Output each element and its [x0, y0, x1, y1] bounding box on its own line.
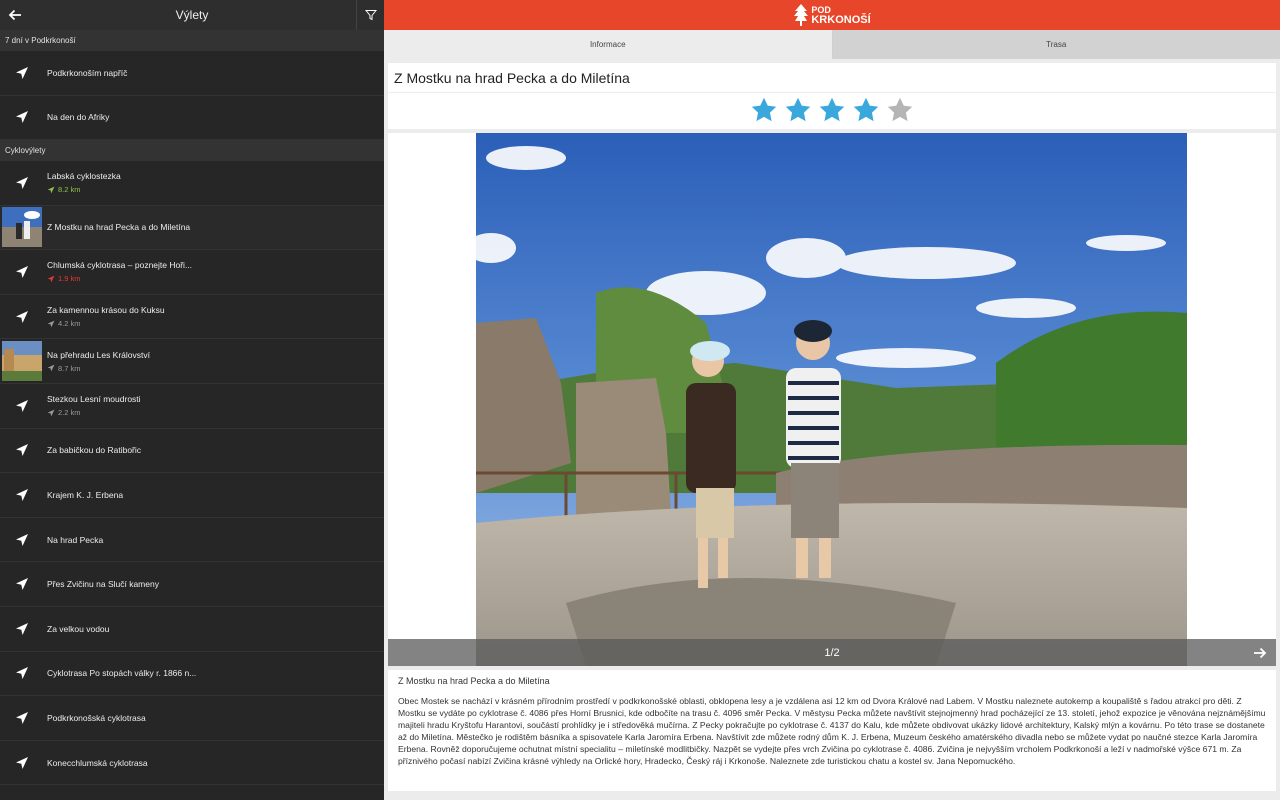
trip-distance: 1.9 km — [47, 274, 192, 283]
trip-photo — [476, 133, 1187, 666]
trip-list-item[interactable]: Chlumská cyklotrasa – poznejte Hoři... 1.… — [0, 250, 384, 295]
arrow-left-icon — [8, 9, 21, 21]
navigation-icon — [0, 96, 43, 140]
trip-name: Podkrkonoším napříč — [47, 67, 128, 78]
next-photo-button[interactable] — [1250, 643, 1270, 663]
filter-icon — [364, 10, 377, 21]
navigation-icon — [0, 51, 43, 95]
trip-list-item[interactable]: Na den do Afriky — [0, 96, 384, 140]
back-button[interactable] — [0, 0, 30, 30]
photo-caption: Z Mostku na hrad Pecka a do Miletína — [398, 676, 550, 686]
list-title: Výlety — [175, 8, 209, 22]
trip-list-item[interactable]: Za kamennou krásou do Kuksu 4.2 km — [0, 295, 384, 340]
trip-list-item[interactable]: Labská cyklostezka 8.2 km — [0, 161, 384, 206]
trip-distance: 8.7 km — [47, 364, 150, 373]
navigation-icon — [0, 652, 43, 696]
brand-bar: POD KRKONOŠÍ — [384, 0, 1280, 30]
logo-text-bottom: KRKONOŠÍ — [811, 14, 871, 26]
trip-name: Za babičkou do Ratibořic — [47, 445, 142, 456]
list-header: Výlety — [0, 0, 384, 30]
trip-list-item[interactable]: Stezkou Lesní moudrosti 2.2 km — [0, 384, 384, 429]
navigation-icon — [0, 518, 43, 562]
description-card: Z Mostku na hrad Pecka a do Miletína Obe… — [388, 670, 1276, 791]
star-filled-icon — [751, 97, 777, 122]
trip-list-item[interactable]: Konecchlumská cyklotrasa — [0, 741, 384, 786]
trip-title: Z Mostku na hrad Pecka a do Miletína — [388, 63, 1276, 93]
gallery-counter: 1/2 — [824, 646, 840, 659]
trip-list-item[interactable]: Podkrkonošská cyklotrasa — [0, 696, 384, 741]
navigation-icon — [0, 384, 43, 428]
trip-thumbnail — [2, 207, 42, 248]
trip-list-item[interactable]: Z Mostku na hrad Pecka a do Miletína — [0, 205, 384, 251]
trip-name: Stezkou Lesní moudrosti — [47, 394, 141, 405]
gallery-bar: 1/2 — [388, 639, 1276, 666]
navigation-icon — [0, 429, 43, 473]
trip-name: Konecchlumská cyklotrasa — [47, 757, 148, 768]
star-empty-icon — [887, 97, 913, 122]
trip-description: Obec Mostek se nachází v krásném přírodn… — [398, 696, 1266, 766]
section-header: Cyklovýlety — [0, 140, 384, 161]
arrow-right-icon — [1254, 647, 1267, 659]
trip-name: Labská cyklostezka — [47, 171, 121, 182]
navigation-icon — [0, 161, 43, 205]
trip-list-panel: Výlety 7 dní v Podkrkonoší Podkrkonoším n… — [0, 0, 384, 800]
trip-list-item[interactable]: Cyklotrasa Po stopách války r. 1866 n... — [0, 652, 384, 697]
trip-thumbnail — [2, 341, 42, 382]
trip-list-item[interactable]: Na hrad Pecka — [0, 518, 384, 563]
navigation-icon — [0, 473, 43, 517]
trip-name: Na přehradu Les Království — [47, 349, 150, 360]
tree-icon — [794, 4, 809, 26]
trip-name: Krajem K. J. Erbena — [47, 489, 124, 500]
trip-name: Chlumská cyklotrasa – poznejte Hoři... — [47, 260, 193, 271]
trip-list-item[interactable]: Za babičkou do Ratibořic — [0, 429, 384, 474]
trip-list-item[interactable]: Přes Zvičinu na Slučí kameny — [0, 562, 384, 607]
star-filled-icon — [785, 97, 811, 122]
star-filled-icon — [819, 97, 845, 122]
trip-name: Podkrkonošská cyklotrasa — [47, 712, 146, 723]
photo-gallery[interactable]: 1/2 — [388, 133, 1276, 666]
trip-list-item[interactable]: Na přehradu Les Království 8.7 km — [0, 339, 384, 384]
trip-distance: 2.2 km — [47, 408, 141, 417]
star-filled-icon — [853, 97, 879, 122]
trip-list-item[interactable]: Za velkou vodou — [0, 607, 384, 652]
trip-name: Na den do Afriky — [47, 112, 110, 123]
title-card: Z Mostku na hrad Pecka a do Miletína — [388, 63, 1276, 129]
navigation-icon — [0, 741, 43, 785]
navigation-icon — [0, 562, 43, 606]
trip-list-item[interactable]: Krajem K. J. Erbena — [0, 473, 384, 518]
trip-name: Na hrad Pecka — [47, 534, 104, 545]
navigation-icon — [0, 295, 43, 339]
rating-stars — [388, 96, 1276, 124]
trip-name: Z Mostku na hrad Pecka a do Miletína — [47, 222, 191, 233]
trip-list: 7 dní v Podkrkonoší Podkrkonoším napříč Na… — [0, 30, 384, 786]
trip-name: Za velkou vodou — [47, 623, 110, 634]
trip-distance: 4.2 km — [47, 319, 165, 328]
trip-list-item[interactable]: Podkrkonoším napříč — [0, 51, 384, 96]
detail-panel: POD KRKONOŠÍ Informace Trasa Z Mostku na… — [384, 0, 1280, 800]
tab-trasa[interactable]: Trasa — [832, 30, 1280, 59]
trip-name: Přes Zvičinu na Slučí kameny — [47, 579, 159, 590]
section-header: 7 dní v Podkrkonoší — [0, 30, 384, 51]
detail-tabs: Informace Trasa — [384, 30, 1280, 59]
tab-informace[interactable]: Informace — [384, 30, 833, 59]
trip-name: Za kamennou krásou do Kuksu — [47, 305, 165, 316]
navigation-icon — [0, 696, 43, 740]
trip-distance: 8.2 km — [47, 185, 121, 194]
brand-logo: POD KRKONOŠÍ — [793, 3, 871, 27]
filter-button[interactable] — [356, 0, 384, 30]
navigation-icon — [0, 250, 43, 294]
trip-name: Cyklotrasa Po stopách války r. 1866 n... — [47, 668, 197, 679]
navigation-icon — [0, 607, 43, 651]
